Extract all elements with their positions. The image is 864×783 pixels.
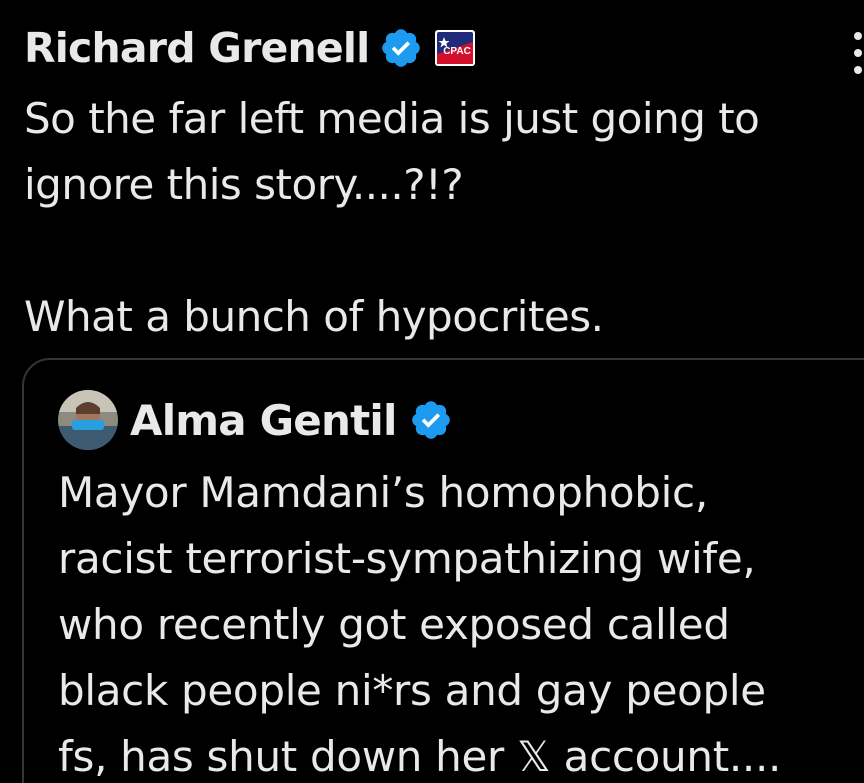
tweet-header: Richard Grenell CPAC xyxy=(24,20,476,76)
cpac-badge-text: CPAC xyxy=(444,46,472,57)
author-name[interactable]: Richard Grenell xyxy=(24,24,370,72)
cpac-badge-icon[interactable]: CPAC xyxy=(435,30,476,66)
quoted-tweet-header: Alma Gentil xyxy=(58,390,453,450)
more-options-icon[interactable] xyxy=(852,32,864,74)
more-dot xyxy=(854,66,862,74)
verified-check-icon[interactable] xyxy=(409,398,453,442)
tweet-text: So the far left media is just going to i… xyxy=(24,94,760,341)
quoted-tweet-text: Mayor Mamdani’s homophobic, racist terro… xyxy=(58,468,782,781)
avatar[interactable] xyxy=(58,390,118,450)
more-dot xyxy=(854,32,862,40)
quoted-author-name[interactable]: Alma Gentil xyxy=(130,396,397,445)
more-dot xyxy=(854,49,862,57)
verified-check-icon[interactable] xyxy=(379,26,423,70)
